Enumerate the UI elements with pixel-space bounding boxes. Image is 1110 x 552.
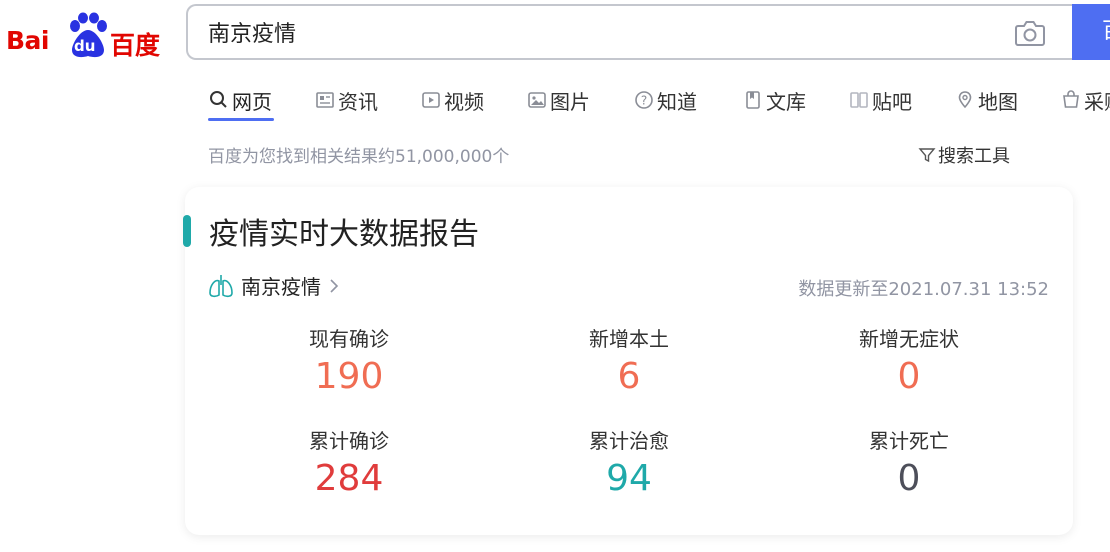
search-box (186, 4, 1072, 60)
image-icon (528, 92, 546, 108)
search-icon (210, 91, 227, 108)
chevron-right-icon (330, 278, 339, 293)
tab-label: 地图 (978, 89, 1018, 114)
stat-label: 新增无症状 (859, 327, 959, 351)
stat-value: 284 (314, 458, 384, 499)
tab-label: 知道 (657, 89, 697, 114)
filter-icon (918, 148, 936, 163)
tab-label: 采购 (1084, 89, 1110, 114)
stat-total-confirmed: 累计确诊 284 (249, 425, 449, 499)
epidemic-report-card: 疫情实时大数据报告 南京疫情 数据更新至2021.07.31 13:52 现有确… (183, 187, 1073, 535)
card-title[interactable]: 疫情实时大数据报告 (209, 209, 479, 253)
tab-map[interactable]: 地图 (954, 80, 1018, 120)
logo-du-text: du (74, 37, 96, 55)
logo-bai-text: Bai (6, 26, 50, 55)
tab-tieba[interactable]: 贴吧 (848, 80, 912, 120)
tab-label: 资讯 (338, 89, 378, 114)
video-icon (422, 92, 440, 108)
active-tab-indicator (208, 118, 274, 121)
question-icon: ? (635, 91, 653, 109)
tab-label: 视频 (444, 89, 484, 114)
map-icon (958, 91, 972, 109)
document-icon (746, 91, 760, 109)
stat-total-deaths: 累计死亡 0 (809, 425, 1009, 499)
news-icon (316, 92, 334, 108)
stat-total-cured: 累计治愈 94 (529, 425, 729, 499)
tab-label: 网页 (232, 89, 272, 114)
tab-video[interactable]: 视频 (420, 80, 484, 120)
tieba-icon (850, 92, 868, 108)
search-input[interactable] (208, 6, 988, 58)
tab-label: 文库 (766, 89, 806, 114)
tab-label: 贴吧 (872, 89, 912, 114)
stat-current-confirmed: 现有确诊 190 (249, 323, 449, 397)
tab-shopping[interactable]: 采购 (1060, 80, 1110, 120)
result-count: 百度为您找到相关结果约51,000,000个 (208, 147, 510, 167)
stat-label: 累计治愈 (589, 429, 669, 453)
shopping-icon (1063, 90, 1079, 108)
stat-value: 0 (897, 356, 921, 397)
stat-value: 94 (606, 458, 652, 499)
region-name: 南京疫情 (241, 275, 321, 299)
stat-label: 累计死亡 (869, 429, 949, 453)
stat-label: 新增本土 (589, 327, 669, 351)
logo-baidu-chinese: 百度 (110, 31, 161, 60)
tab-news[interactable]: 资讯 (314, 80, 378, 120)
search-button-label: 百 (1102, 19, 1110, 44)
region-link[interactable]: 南京疫情 (207, 271, 341, 300)
stat-label: 现有确诊 (309, 327, 389, 351)
card-accent-bar (183, 215, 191, 247)
stat-value: 6 (617, 356, 641, 397)
update-time: 数据更新至2021.07.31 13:52 (798, 279, 1049, 300)
lungs-icon (209, 274, 233, 297)
stat-new-local: 新增本土 6 (529, 323, 729, 397)
tab-web[interactable]: 网页 (208, 80, 272, 120)
stat-new-asymptomatic: 新增无症状 0 (809, 323, 1009, 397)
tab-label: 图片 (550, 89, 590, 114)
stat-value: 190 (314, 356, 384, 397)
tab-wenku[interactable]: 文库 (742, 80, 806, 120)
camera-icon[interactable] (1014, 19, 1046, 47)
search-tools-button[interactable]: 搜索工具 (918, 142, 1010, 168)
tab-zhidao[interactable]: ? 知道 (633, 80, 697, 120)
svg-text:?: ? (641, 94, 647, 108)
stat-value: 0 (897, 458, 921, 499)
baidu-logo[interactable]: Bai du 百度 (6, 8, 166, 60)
search-button[interactable]: 百 (1072, 4, 1110, 60)
search-tools-label: 搜索工具 (938, 146, 1010, 167)
stat-label: 累计确诊 (309, 429, 389, 453)
tab-images[interactable]: 图片 (526, 80, 590, 120)
